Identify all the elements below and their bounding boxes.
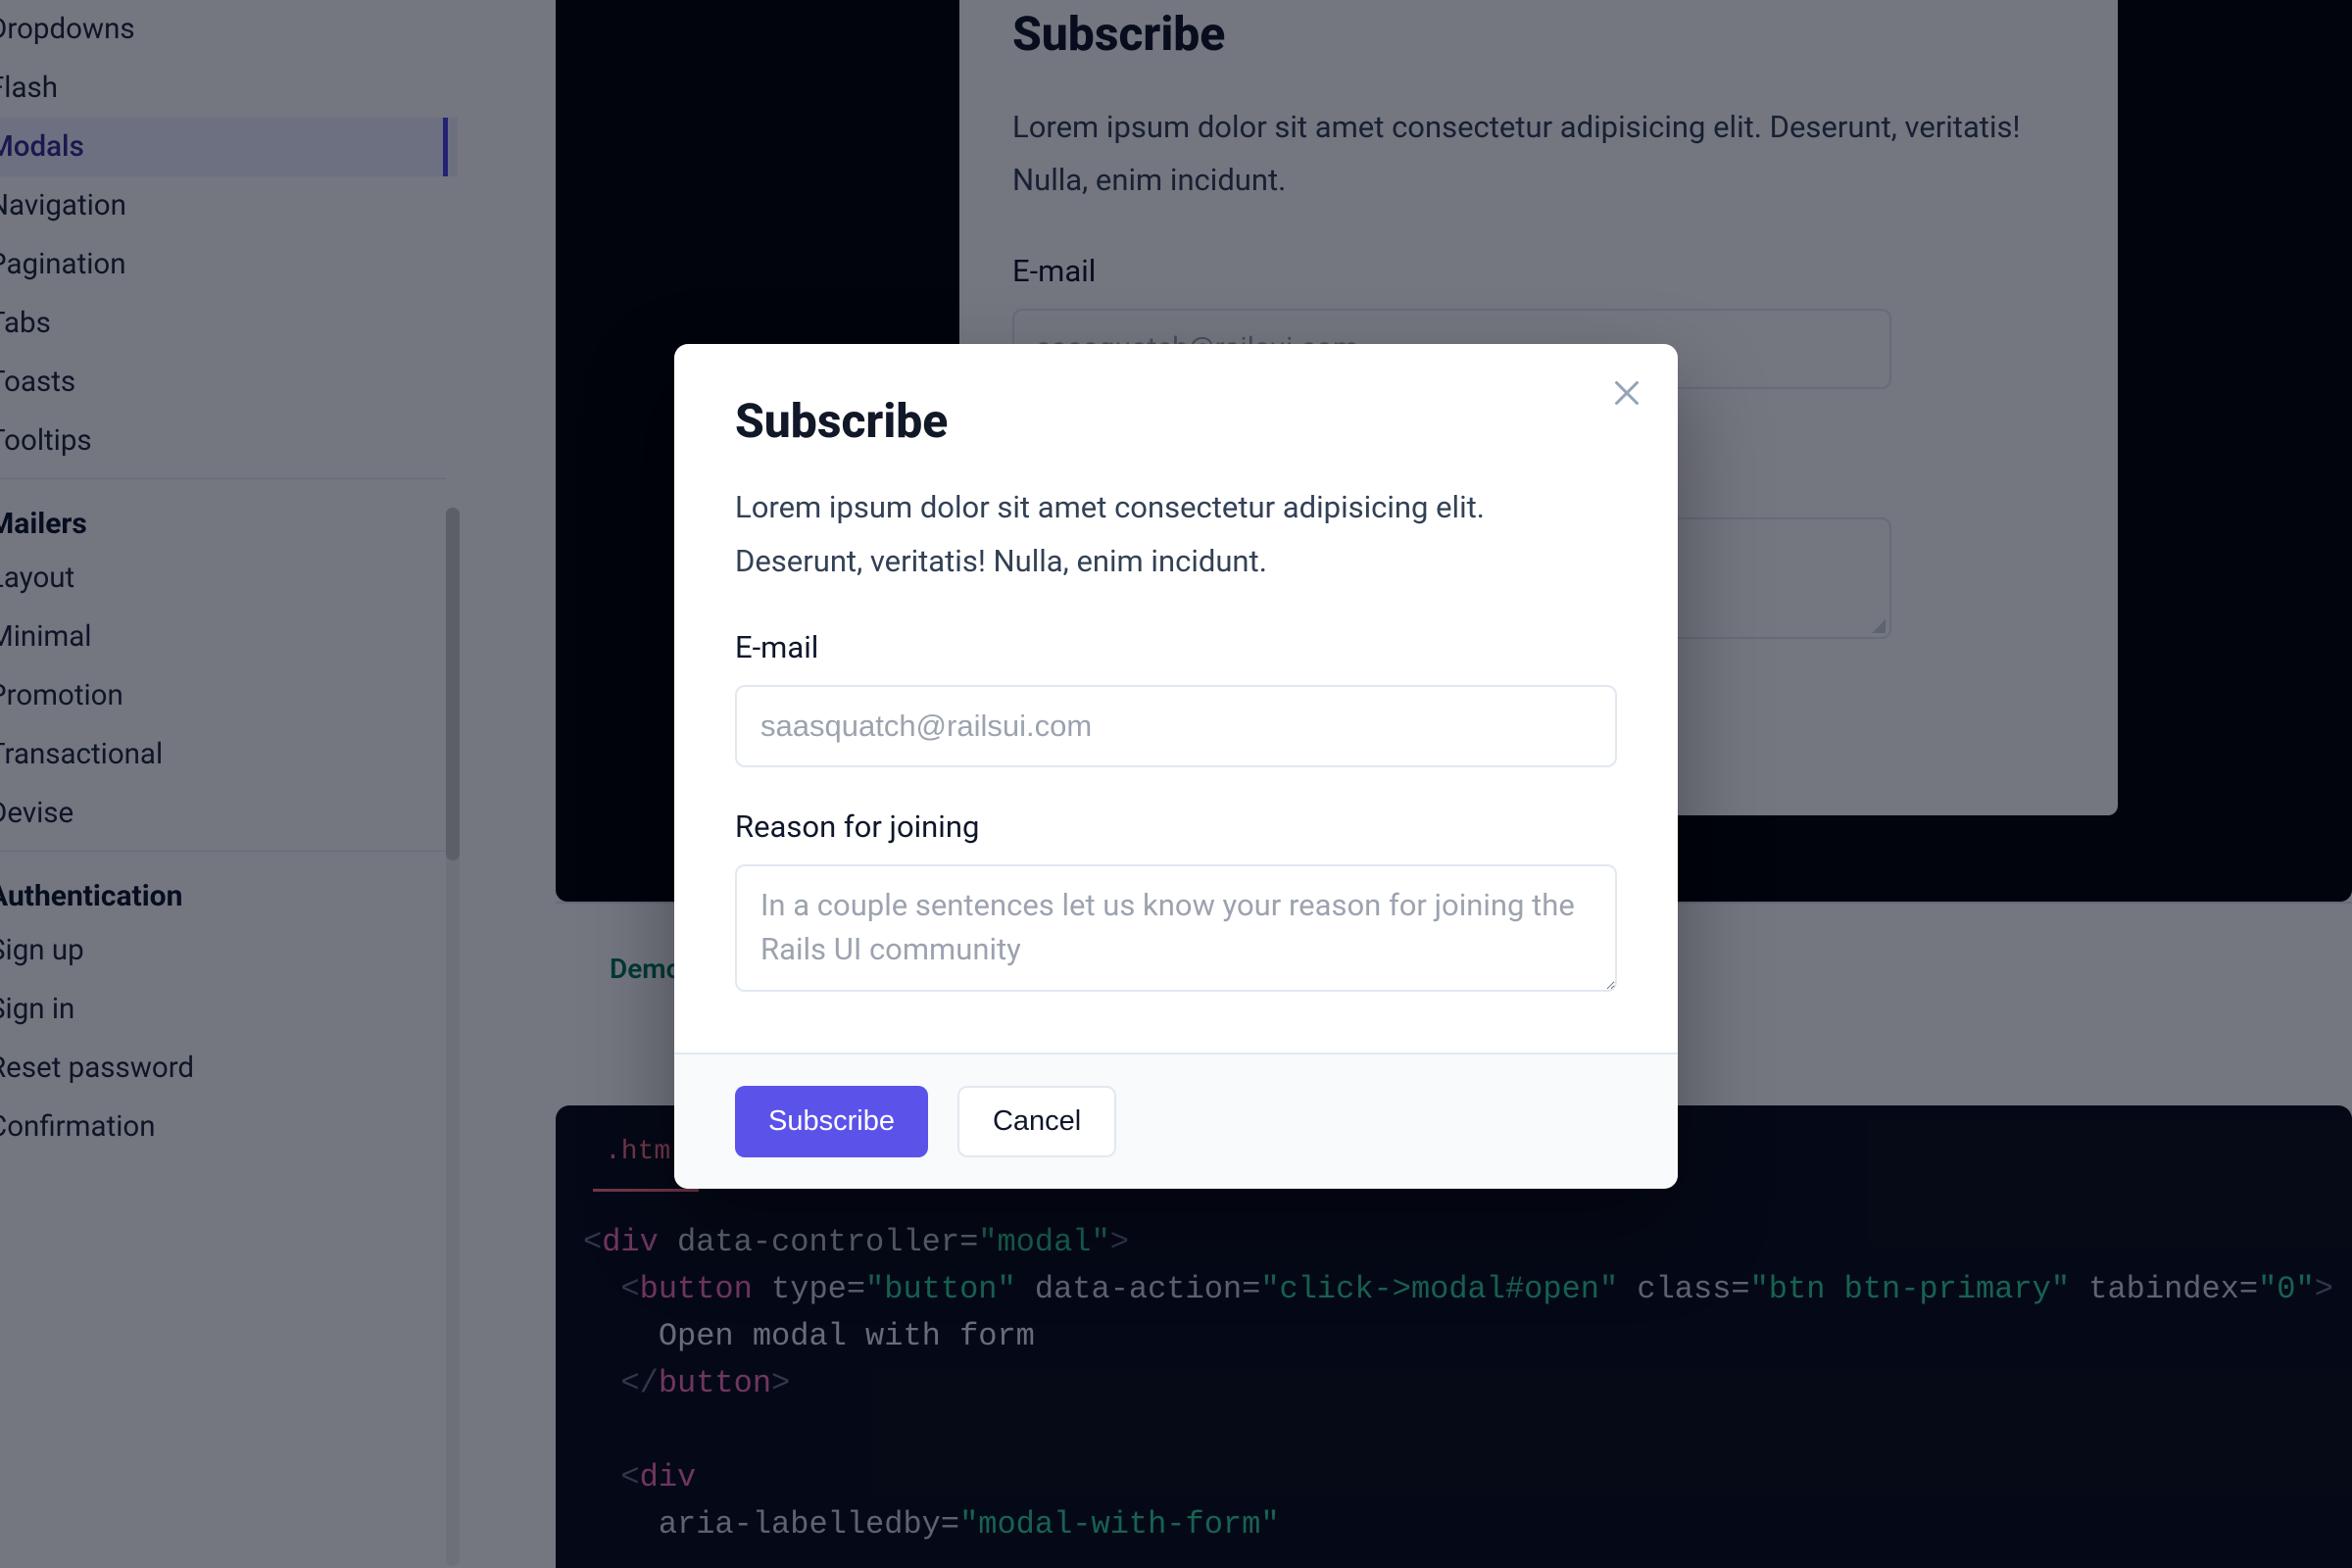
reason-textarea[interactable] — [735, 864, 1617, 992]
subscribe-modal: Subscribe Lorem ipsum dolor sit amet con… — [674, 344, 1678, 1189]
modal-footer: Subscribe Cancel — [674, 1053, 1678, 1189]
modal-title: Subscribe — [735, 393, 1617, 449]
modal-description: Lorem ipsum dolor sit amet consectetur a… — [735, 480, 1617, 588]
email-input[interactable] — [735, 685, 1617, 767]
email-label: E-mail — [735, 629, 1617, 665]
reason-label: Reason for joining — [735, 808, 1617, 845]
close-icon — [1609, 375, 1644, 411]
close-button[interactable] — [1609, 375, 1644, 411]
cancel-button[interactable]: Cancel — [957, 1086, 1116, 1157]
subscribe-button[interactable]: Subscribe — [735, 1086, 928, 1157]
